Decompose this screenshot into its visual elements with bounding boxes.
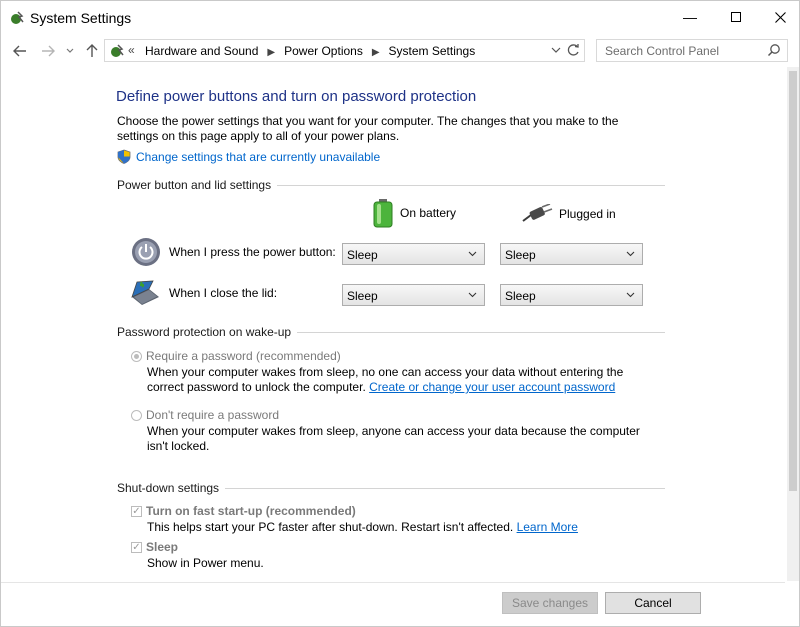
power-button-plugged-select[interactable]: Sleep <box>500 243 643 265</box>
section-divider <box>297 331 665 333</box>
column-label-battery: On battery <box>400 206 457 220</box>
cancel-button[interactable]: Cancel <box>605 592 701 614</box>
lid-row-label: When I close the lid: <box>129 279 277 307</box>
search-input[interactable] <box>603 43 767 59</box>
forward-arrow-icon[interactable] <box>39 41 57 61</box>
chevron-down-icon <box>468 288 477 305</box>
overflow-chevron[interactable]: « <box>128 43 135 57</box>
breadcrumb: Hardware and Sound ▶ Power Options ▶ System … <box>145 44 475 58</box>
select-value: Sleep <box>505 248 536 262</box>
footer-divider <box>1 582 785 583</box>
address-bar[interactable]: « Hardware and Sound ▶ Power Options ▶ Syste… <box>104 39 585 62</box>
address-dropdown-icon[interactable] <box>551 43 561 60</box>
refresh-icon[interactable] <box>567 43 580 60</box>
column-header-battery: On battery <box>372 198 456 228</box>
shutdown-section-header: Shut-down settings <box>117 481 665 495</box>
learn-more-link[interactable]: Learn More <box>517 520 578 534</box>
chevron-down-icon <box>626 247 635 264</box>
dont-require-password-option[interactable]: Don't require a password <box>131 408 279 422</box>
breadcrumb-hardware-and-sound[interactable]: Hardware and Sound <box>145 44 258 58</box>
power-options-icon <box>11 11 24 24</box>
section-divider <box>277 184 665 186</box>
control-panel-icon <box>111 44 124 57</box>
maximize-icon[interactable] <box>713 1 759 33</box>
breadcrumb-system-settings[interactable]: System Settings <box>389 44 476 58</box>
laptop-lid-icon <box>131 280 159 305</box>
dont-require-password-description: When your computer wakes from sleep, any… <box>147 424 640 453</box>
intro-text: Choose the power settings that you want … <box>117 114 619 143</box>
change-settings-link-label[interactable]: Change settings that are currently unava… <box>136 150 380 164</box>
title-bar: System Settings — <box>1 1 800 35</box>
search-icon[interactable] <box>767 43 781 60</box>
uac-shield-icon <box>117 149 131 164</box>
fast-startup-description: This helps start your PC faster after sh… <box>147 520 657 535</box>
recent-locations-chevron-icon[interactable] <box>64 41 76 61</box>
vertical-scrollbar[interactable] <box>787 67 799 581</box>
search-box[interactable] <box>596 39 788 62</box>
battery-icon <box>373 199 393 228</box>
scrollbar-thumb[interactable] <box>789 71 797 491</box>
sleep-checkbox[interactable]: ✓ <box>131 541 142 553</box>
save-changes-button[interactable]: Save changes <box>502 592 598 614</box>
column-label-plugged: Plugged in <box>559 207 616 221</box>
power-button-battery-select[interactable]: Sleep <box>342 243 485 265</box>
require-password-label: Require a password (recommended) <box>146 349 341 363</box>
shutdown-section-title: Shut-down settings <box>117 481 220 495</box>
select-value: Sleep <box>347 248 378 262</box>
lid-battery-select[interactable]: Sleep <box>342 284 485 306</box>
lid-plugged-select[interactable]: Sleep <box>500 284 643 306</box>
require-password-option[interactable]: Require a password (recommended) <box>131 349 341 363</box>
password-section-header: Password protection on wake-up <box>117 325 665 339</box>
select-value: Sleep <box>347 289 378 303</box>
chevron-down-icon <box>626 288 635 305</box>
close-icon[interactable] <box>757 1 800 33</box>
fast-startup-label: Turn on fast start-up (recommended) <box>146 504 356 518</box>
breadcrumb-separator-icon[interactable]: ▶ <box>372 47 380 58</box>
section-divider <box>225 487 665 489</box>
power-section-title: Power button and lid settings <box>117 178 272 192</box>
power-plug-icon <box>522 204 553 222</box>
sleep-option[interactable]: ✓ Sleep <box>131 540 178 554</box>
lid-label: When I close the lid: <box>169 286 278 300</box>
navigation-bar: « Hardware and Sound ▶ Power Options ▶ Syste… <box>1 37 800 65</box>
chevron-down-icon <box>468 247 477 264</box>
password-section-title: Password protection on wake-up <box>117 325 292 339</box>
minimize-icon[interactable]: — <box>667 1 713 33</box>
require-password-description: When your computer wakes from sleep, no … <box>147 365 657 395</box>
dont-require-password-label: Don't require a password <box>146 408 280 422</box>
power-section-header: Power button and lid settings <box>117 178 665 192</box>
fast-startup-checkbox[interactable]: ✓ <box>131 505 142 517</box>
power-button-label: When I press the power button: <box>169 245 336 259</box>
page-title: Define power buttons and turn on passwor… <box>116 88 477 105</box>
radio-button[interactable] <box>131 350 142 362</box>
sleep-description: Show in Power menu. <box>147 556 264 570</box>
system-settings-window: System Settings — « Hardware and Sound ▶… <box>0 0 800 627</box>
up-arrow-icon[interactable] <box>84 41 100 61</box>
breadcrumb-separator-icon[interactable]: ▶ <box>267 47 275 58</box>
select-value: Sleep <box>505 289 536 303</box>
fast-startup-desc-text: This helps start your PC faster after sh… <box>147 520 514 534</box>
power-button-row-label: When I press the power button: <box>131 237 336 267</box>
sleep-label: Sleep <box>146 540 179 554</box>
fast-startup-option[interactable]: ✓ Turn on fast start-up (recommended) <box>131 504 356 518</box>
change-settings-link[interactable]: Change settings that are currently unava… <box>117 149 380 164</box>
create-password-link[interactable]: Create or change your user account passw… <box>369 380 615 394</box>
breadcrumb-power-options[interactable]: Power Options <box>284 44 363 58</box>
column-header-plugged: Plugged in <box>521 204 616 224</box>
power-button-icon <box>132 238 160 266</box>
radio-button[interactable] <box>131 409 142 421</box>
back-arrow-icon[interactable] <box>11 41 29 61</box>
window-title: System Settings <box>30 10 132 26</box>
